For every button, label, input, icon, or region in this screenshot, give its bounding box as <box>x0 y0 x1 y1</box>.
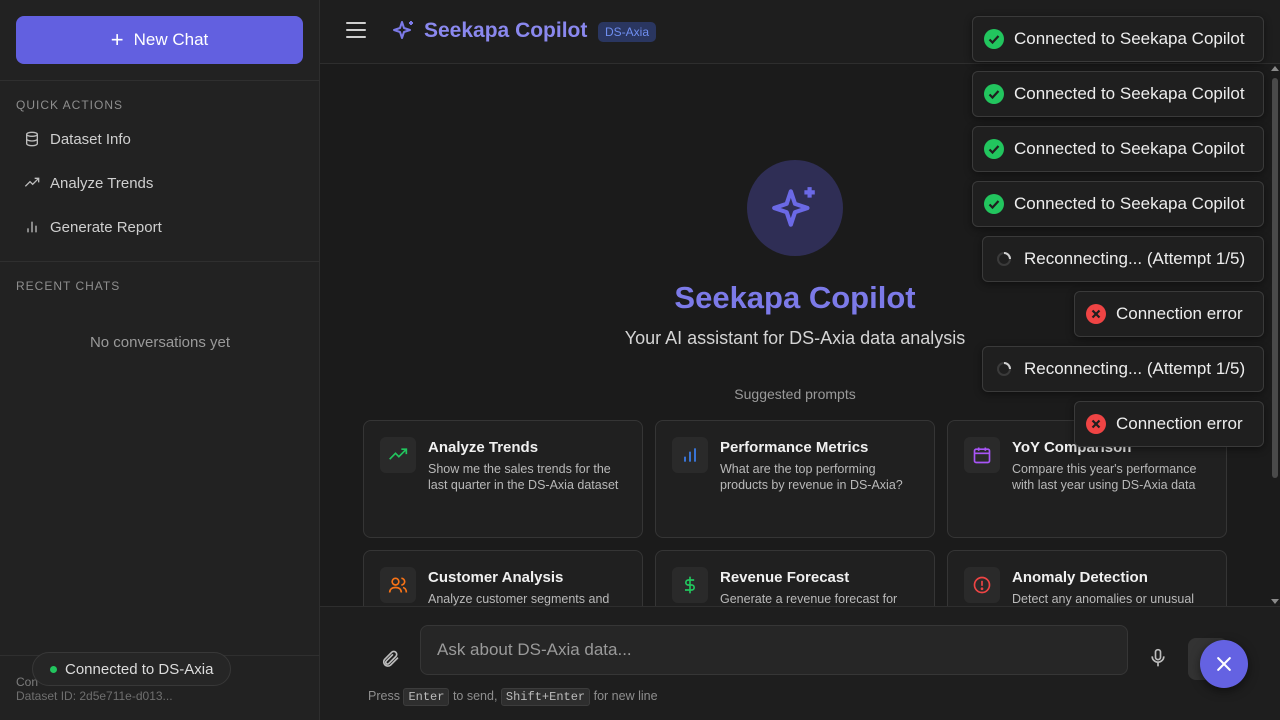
paperclip-icon[interactable] <box>380 649 400 669</box>
database-icon <box>26 131 38 147</box>
message-input[interactable] <box>420 625 1128 675</box>
calendar-icon <box>973 447 991 464</box>
recent-chats-empty: No conversations yet <box>89 334 231 351</box>
hero-logo <box>747 160 843 256</box>
bar-chart-icon <box>684 448 696 462</box>
toast-text: Reconnecting... (Attempt 1/5) <box>1024 359 1246 378</box>
card-title: Revenue Forecast <box>720 569 850 586</box>
toast-text: Connected to Seekapa Copilot <box>1014 139 1245 158</box>
status-dot-icon <box>50 666 57 673</box>
prompt-card-anomaly-detection[interactable]: Anomaly Detection Detect any anomalies o… <box>947 550 1227 606</box>
prompt-card-customer-analysis[interactable]: Customer Analysis Analyze customer segme… <box>363 550 643 606</box>
new-chat-label: New Chat <box>133 30 209 49</box>
card-title: Anomaly Detection <box>1012 569 1148 586</box>
scroll-up-icon[interactable] <box>1271 66 1279 71</box>
toast-text: Connected to Seekapa Copilot <box>1014 194 1245 213</box>
spinner-icon <box>997 362 1011 376</box>
toast-success: Connected to Seekapa Copilot <box>972 16 1264 62</box>
close-icon <box>1217 657 1231 671</box>
card-description: What are the top performing products by … <box>720 462 903 492</box>
spinner-icon <box>997 252 1011 266</box>
quick-action-generate-report[interactable]: Generate Report <box>16 209 304 245</box>
divider <box>0 261 320 262</box>
dataset-badge: DS-Axia <box>598 22 657 42</box>
prompt-card-analyze-trends[interactable]: Analyze Trends Show me the sales trends … <box>363 420 643 538</box>
quick-action-dataset-info[interactable]: Dataset Info <box>16 121 304 157</box>
menu-icon[interactable] <box>346 22 366 40</box>
quick-action-label: Generate Report <box>50 218 162 236</box>
check-circle-icon <box>984 29 1004 49</box>
check-circle-icon <box>984 194 1004 214</box>
recent-chats-title: RECENT CHATS <box>16 279 121 293</box>
microphone-icon[interactable] <box>1148 647 1168 669</box>
composer: Press Enter to send, Shift+Enter for new… <box>320 606 1280 720</box>
divider <box>0 80 320 81</box>
quick-action-label: Dataset Info <box>50 130 131 148</box>
card-description: Show me the sales trends for the last qu… <box>428 462 619 492</box>
sparkles-icon <box>393 21 413 39</box>
toast-text: Reconnecting... (Attempt 1/5) <box>1024 249 1246 268</box>
toast-error: Connection error <box>1074 401 1264 447</box>
card-title: Customer Analysis <box>428 569 564 586</box>
plus-icon: + <box>110 27 124 52</box>
dataset-id: Dataset ID: 2d5e711e-d013... <box>16 689 173 703</box>
check-circle-icon <box>984 139 1004 159</box>
close-fab-button[interactable] <box>1200 640 1248 688</box>
new-chat-button[interactable]: + New Chat <box>16 16 303 64</box>
card-description: Detect any anomalies or unusual <box>1012 592 1195 606</box>
alert-icon <box>973 576 991 594</box>
scroll-down-icon[interactable] <box>1271 599 1279 604</box>
card-title: Performance Metrics <box>720 439 869 456</box>
card-description: Compare this year's performance with las… <box>1012 462 1197 492</box>
dollar-icon <box>685 576 695 594</box>
keyboard-hint: Press Enter to send, Shift+Enter for new… <box>368 688 658 706</box>
quick-action-analyze-trends[interactable]: Analyze Trends <box>16 165 304 201</box>
quick-actions-title: QUICK ACTIONS <box>16 98 124 112</box>
toast-text: Connection error <box>1116 414 1243 433</box>
card-description: Generate a revenue forecast for <box>720 592 898 606</box>
connection-status-pill: Connected to DS-Axia <box>32 652 232 686</box>
prompt-card-performance-metrics[interactable]: Performance Metrics What are the top per… <box>655 420 935 538</box>
sparkles-icon <box>772 187 815 227</box>
bar-chart-icon <box>27 221 37 233</box>
users-icon <box>388 577 408 593</box>
sidebar: + New Chat QUICK ACTIONS Dataset Info An… <box>0 0 320 720</box>
toast-text: Connection error <box>1116 304 1243 323</box>
error-circle-icon <box>1086 414 1106 434</box>
card-description: Analyze customer segments and <box>428 592 610 606</box>
toast-loading: Reconnecting... (Attempt 1/5) <box>982 236 1264 282</box>
app-title: Seekapa Copilot <box>424 19 588 42</box>
prompt-card-revenue-forecast[interactable]: Revenue Forecast Generate a revenue fore… <box>655 550 935 606</box>
toast-success: Connected to Seekapa Copilot <box>972 71 1264 117</box>
toast-success: Connected to Seekapa Copilot <box>972 126 1264 172</box>
toast-success: Connected to Seekapa Copilot <box>972 181 1264 227</box>
scrollbar-thumb[interactable] <box>1272 78 1278 478</box>
card-title: Analyze Trends <box>428 439 539 456</box>
toast-text: Connected to Seekapa Copilot <box>1014 84 1245 103</box>
toast-text: Connected to Seekapa Copilot <box>1014 29 1245 48</box>
toast-error: Connection error <box>1074 291 1264 337</box>
trend-icon <box>24 177 40 187</box>
toast-loading: Reconnecting... (Attempt 1/5) <box>982 346 1264 392</box>
connection-status-text: Connected to DS-Axia <box>65 660 214 678</box>
quick-action-label: Analyze Trends <box>50 174 154 192</box>
error-circle-icon <box>1086 304 1106 324</box>
check-circle-icon <box>984 84 1004 104</box>
trend-icon <box>389 448 408 460</box>
